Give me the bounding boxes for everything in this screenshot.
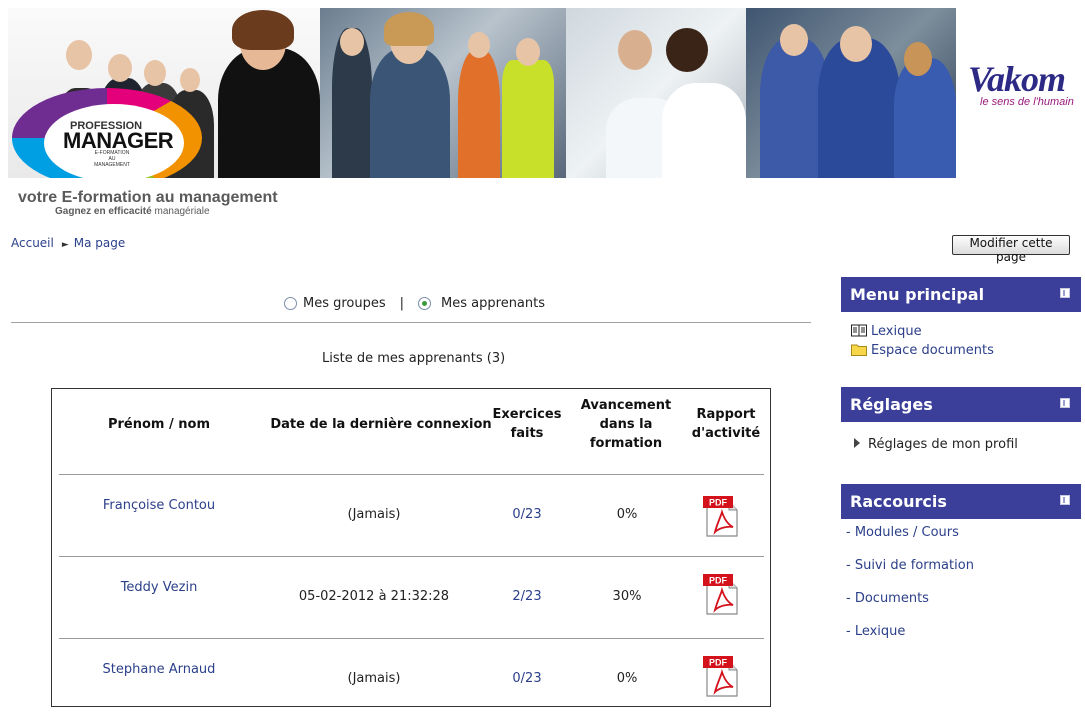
header-banner: PROFESSION MANAGER E-FORMATION AU MANAGE… xyxy=(8,8,956,178)
settings-profile-label[interactable]: Réglages de mon profil xyxy=(868,437,1018,452)
vakom-logo: Vakom le sens de l'humain xyxy=(968,58,1082,138)
dock-block-icon[interactable] xyxy=(1060,495,1070,505)
vakom-wordmark: Vakom xyxy=(968,59,1066,99)
last-login-cell: 05-02-2012 à 21:32:28 xyxy=(298,589,450,604)
learner-name-link[interactable]: Françoise Contou xyxy=(84,498,234,513)
learners-radio-label[interactable]: Mes apprenants xyxy=(441,296,545,311)
svg-text:PDF: PDF xyxy=(709,498,728,508)
expand-arrow-icon[interactable] xyxy=(854,438,860,448)
shortcut-lexique[interactable]: - Lexique xyxy=(846,624,905,639)
site-subtagline: Gagnez en efficacité managériale xyxy=(55,206,210,217)
groups-radio-label[interactable]: Mes groupes xyxy=(303,296,386,311)
factory-photo xyxy=(746,8,956,178)
header-report: Rapport d'activité xyxy=(691,407,761,441)
pdf-report-icon[interactable]: PDF xyxy=(703,656,741,698)
header-progress: Avancement dans la formation xyxy=(580,398,672,451)
exercises-link[interactable]: 0/23 xyxy=(492,671,562,686)
subtagline-rest: managériale xyxy=(154,206,210,217)
vakom-tagline: le sens de l'humain xyxy=(980,96,1074,108)
toggle-separator: | xyxy=(399,296,405,311)
exercises-link[interactable]: 2/23 xyxy=(492,589,562,604)
divider xyxy=(11,322,811,323)
subtagline-bold: Gagnez en efficacité xyxy=(55,206,152,217)
shortcut-suivi-formation[interactable]: - Suivi de formation xyxy=(846,558,974,573)
view-toggle: Mes groupes | Mes apprenants xyxy=(284,296,545,311)
glossary-icon xyxy=(851,324,867,337)
pdf-report-icon[interactable]: PDF xyxy=(703,496,741,538)
dock-block-icon[interactable] xyxy=(1060,288,1070,298)
progress-cell: 30% xyxy=(612,589,642,604)
dock-block-icon[interactable] xyxy=(1060,398,1070,408)
sidebar-item-label[interactable]: Lexique xyxy=(871,324,922,339)
header-last-login: Date de la dernière connexion xyxy=(270,417,492,432)
progress-cell: 0% xyxy=(616,671,638,686)
profession-manager-logo-area: PROFESSION MANAGER E-FORMATION AU MANAGE… xyxy=(8,8,320,178)
learner-name-link[interactable]: Stephane Arnaud xyxy=(84,662,234,677)
shortcut-documents[interactable]: - Documents xyxy=(846,591,929,606)
pdf-report-icon[interactable]: PDF xyxy=(703,574,741,616)
settings-block-header: Réglages xyxy=(841,387,1081,422)
workers-photo xyxy=(320,8,566,178)
settings-profile-item[interactable]: Réglages de mon profil xyxy=(854,437,1018,452)
breadcrumb: Accueil ► Ma page xyxy=(11,236,125,250)
progress-cell: 0% xyxy=(616,507,638,522)
sidebar-item-label[interactable]: Espace documents xyxy=(871,343,994,358)
shortcuts-title: Raccourcis xyxy=(850,492,947,511)
learners-list-title: Liste de mes apprenants (3) xyxy=(322,351,506,366)
learner-name-link[interactable]: Teddy Vezin xyxy=(84,580,234,595)
learners-table: Prénom / nom Date de la dernière connexi… xyxy=(51,388,771,707)
site-tagline: votre E-formation au management xyxy=(18,189,278,206)
edit-page-button[interactable]: Modifier cette page xyxy=(952,235,1070,264)
header-exercises: Exercices faits xyxy=(492,407,562,441)
svg-text:PDF: PDF xyxy=(709,576,728,586)
learners-radio[interactable] xyxy=(418,297,432,310)
folder-icon xyxy=(851,344,867,356)
main-menu-block-header: Menu principal xyxy=(841,277,1081,312)
svg-text:PDF: PDF xyxy=(709,658,728,668)
logo-text-sub: E-FORMATION AU MANAGEMENT xyxy=(94,150,130,168)
groups-radio[interactable] xyxy=(284,297,297,310)
sidebar-item-lexique[interactable]: Lexique xyxy=(851,324,922,339)
shortcut-modules-cours[interactable]: - Modules / Cours xyxy=(846,525,959,540)
row-divider xyxy=(59,556,764,557)
breadcrumb-home-link[interactable]: Accueil xyxy=(11,236,54,250)
main-menu-title: Menu principal xyxy=(850,285,985,304)
shortcuts-block-header: Raccourcis xyxy=(841,484,1081,519)
settings-title: Réglages xyxy=(850,395,933,414)
sidebar-item-espace-documents[interactable]: Espace documents xyxy=(851,343,994,358)
laboratory-photo xyxy=(566,8,746,178)
row-divider xyxy=(59,638,764,639)
last-login-cell: (Jamais) xyxy=(347,507,401,522)
row-divider xyxy=(59,474,764,475)
breadcrumb-arrow-icon: ► xyxy=(61,240,69,250)
breadcrumb-current-link[interactable]: Ma page xyxy=(74,236,126,250)
exercises-link[interactable]: 0/23 xyxy=(492,507,562,522)
header-name: Prénom / nom xyxy=(107,417,211,432)
last-login-cell: (Jamais) xyxy=(347,671,401,686)
